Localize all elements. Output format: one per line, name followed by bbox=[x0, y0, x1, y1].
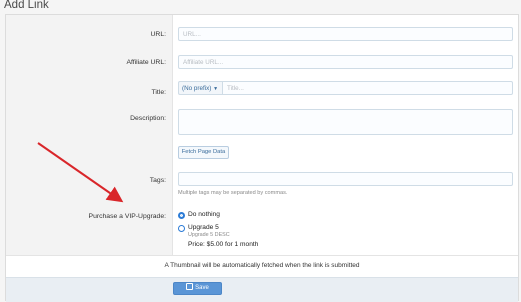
annotation-arrow-icon bbox=[37, 142, 124, 203]
